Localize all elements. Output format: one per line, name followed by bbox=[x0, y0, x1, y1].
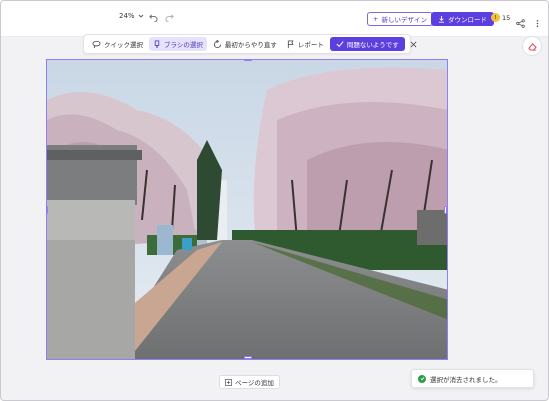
new-design-button[interactable]: + 新しいデザイン bbox=[367, 12, 433, 26]
redo-button[interactable] bbox=[163, 11, 175, 23]
download-icon bbox=[438, 15, 445, 23]
redo-icon bbox=[165, 13, 174, 22]
refresh-icon bbox=[213, 39, 221, 48]
restart-button[interactable]: 最初からやり直す bbox=[209, 37, 281, 51]
zoom-label: 24% bbox=[119, 12, 135, 20]
check-icon bbox=[336, 41, 344, 48]
download-label: ダウンロード bbox=[448, 16, 487, 24]
brush-icon bbox=[154, 39, 160, 48]
undo-icon bbox=[148, 13, 157, 22]
app-window: 24% + 新しいデザイン ダウンロード ! 15 クイック選択 ブラシの選択 … bbox=[0, 0, 549, 401]
report-button[interactable]: レポート bbox=[283, 37, 328, 51]
brush-select-label: ブラシの選択 bbox=[164, 41, 203, 49]
top-bar: 24% + 新しいデザイン ダウンロード ! 15 bbox=[1, 1, 548, 37]
eraser-icon bbox=[527, 42, 537, 51]
lasso-icon bbox=[92, 40, 101, 48]
add-page-button[interactable]: ページの追加 bbox=[219, 375, 280, 389]
success-check-icon bbox=[418, 374, 426, 383]
status-toast: 選択が消去されました。 bbox=[411, 369, 534, 388]
share-button[interactable] bbox=[516, 13, 526, 28]
credits-badge[interactable]: ! 15 bbox=[491, 13, 510, 22]
more-icon bbox=[536, 19, 539, 28]
share-icon bbox=[516, 19, 525, 28]
canvas-photo[interactable] bbox=[46, 59, 448, 360]
undo-button[interactable] bbox=[147, 11, 159, 23]
new-design-label: 新しいデザイン bbox=[381, 16, 427, 24]
chevron-down-icon bbox=[138, 14, 143, 18]
toast-message: 選択が消去されました。 bbox=[430, 375, 502, 384]
resize-handle-left[interactable] bbox=[47, 206, 48, 214]
plus-icon: + bbox=[373, 15, 379, 23]
download-button[interactable]: ダウンロード bbox=[431, 12, 494, 26]
cherry-blossom-street-image bbox=[47, 60, 447, 359]
looks-good-button[interactable]: 問題ないようです bbox=[329, 37, 405, 51]
close-icon bbox=[410, 41, 417, 47]
resize-handle-bottom[interactable] bbox=[244, 356, 252, 359]
add-page-icon bbox=[225, 378, 232, 386]
selection-toolbar: クイック選択 ブラシの選択 最初からやり直す レポート 問題ないようです bbox=[83, 34, 417, 54]
close-toolbar-button[interactable] bbox=[407, 37, 420, 51]
more-button[interactable] bbox=[533, 13, 543, 28]
resize-handle-right[interactable] bbox=[444, 206, 447, 214]
looks-good-label: 問題ないようです bbox=[346, 41, 399, 49]
coin-icon: ! bbox=[491, 13, 500, 22]
brush-select-button[interactable]: ブラシの選択 bbox=[149, 37, 207, 51]
quick-select-button[interactable]: クイック選択 bbox=[88, 37, 147, 51]
eraser-tool-button[interactable] bbox=[522, 36, 542, 56]
restart-label: 最初からやり直す bbox=[224, 41, 277, 49]
quick-select-label: クイック選択 bbox=[104, 41, 143, 49]
credits-count: 15 bbox=[502, 13, 511, 22]
resize-handle-top[interactable] bbox=[244, 60, 252, 61]
add-page-label: ページの追加 bbox=[235, 379, 274, 387]
flag-icon bbox=[287, 39, 294, 48]
report-label: レポート bbox=[297, 41, 324, 49]
zoom-dropdown[interactable]: 24% bbox=[119, 12, 144, 20]
